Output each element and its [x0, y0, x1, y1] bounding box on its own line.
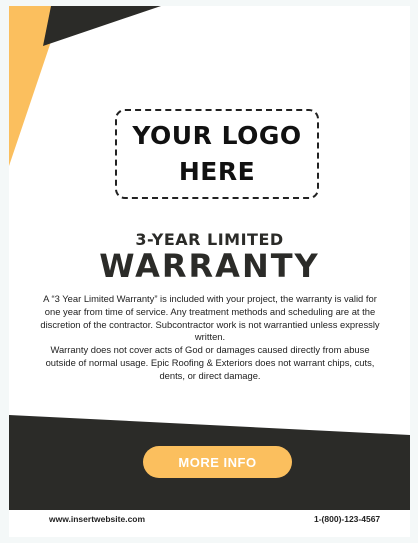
warranty-title: WARRANTY	[99, 247, 320, 285]
warranty-flyer: YOUR LOGO HERE 3-YEAR LIMITED WARRANTY A…	[9, 6, 410, 537]
logo-text-line1: YOUR LOGO	[132, 121, 302, 150]
warranty-description: A “3 Year Limited Warranty” is included …	[35, 293, 385, 383]
warranty-paragraph-2: Warranty does not cover acts of God or d…	[45, 344, 375, 381]
website-link[interactable]: www.insertwebsite.com	[49, 514, 145, 524]
more-info-button[interactable]: MORE INFO	[143, 446, 292, 478]
phone-number[interactable]: 1-(800)-123-4567	[314, 514, 380, 524]
logo-text-line2: HERE	[178, 157, 256, 186]
logo-placeholder: YOUR LOGO HERE	[115, 109, 319, 199]
dark-triangle	[43, 6, 161, 46]
warranty-paragraph-1: A “3 Year Limited Warranty” is included …	[40, 293, 380, 343]
